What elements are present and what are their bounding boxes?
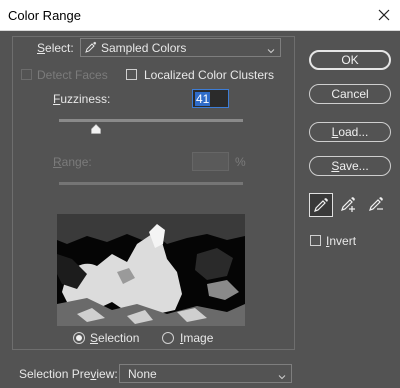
selection-preview-label: Selection Preview: [19, 367, 118, 381]
image-radio-label: Image [180, 331, 214, 345]
selection-radio-dot [76, 335, 82, 341]
image-radio[interactable] [162, 332, 174, 344]
eyedropper-minus-icon[interactable] [365, 193, 389, 217]
fuzziness-label: Fuzziness: [53, 92, 111, 106]
range-label: Range: [53, 155, 92, 169]
invert-checkbox[interactable] [310, 235, 321, 246]
range-unit: % [235, 155, 246, 169]
cancel-button[interactable]: Cancel [309, 84, 391, 104]
save-button[interactable]: Save... [309, 156, 391, 176]
select-dropdown[interactable]: Sampled Colors [80, 38, 281, 57]
selection-radio-label: Selection [90, 331, 140, 345]
window-title: Color Range [8, 8, 81, 23]
ok-button[interactable]: OK [309, 50, 391, 70]
eyedropper-icon [85, 41, 97, 53]
eyedropper-plus-icon[interactable] [337, 193, 361, 217]
select-value: Sampled Colors [101, 41, 187, 55]
fuzziness-value: 41 [195, 92, 211, 106]
selection-preview-value: None [128, 367, 157, 381]
chevron-down-icon [267, 44, 275, 54]
load-button[interactable]: Load... [309, 122, 391, 142]
selection-preview-image [57, 214, 245, 326]
range-input[interactable] [192, 152, 229, 171]
selection-preview-dropdown[interactable]: None [119, 364, 292, 383]
select-label: Select: [37, 41, 74, 55]
localized-color-clusters-label: Localized Color Clusters [144, 68, 275, 82]
fuzziness-slider-thumb[interactable] [90, 123, 101, 134]
localized-color-clusters-checkbox[interactable] [126, 69, 137, 80]
detect-faces-checkbox[interactable] [21, 69, 32, 80]
eyedropper-icon[interactable] [309, 193, 333, 217]
chevron-down-icon [278, 370, 286, 380]
fuzziness-input[interactable]: 41 [192, 89, 229, 108]
range-slider-track [59, 182, 243, 185]
selection-radio[interactable] [73, 332, 85, 344]
close-icon[interactable] [374, 5, 394, 25]
fuzziness-slider-track[interactable] [59, 119, 243, 122]
detect-faces-label: Detect Faces [37, 68, 108, 82]
invert-label: Invert [326, 234, 357, 248]
title-bar: Color Range [0, 0, 400, 31]
